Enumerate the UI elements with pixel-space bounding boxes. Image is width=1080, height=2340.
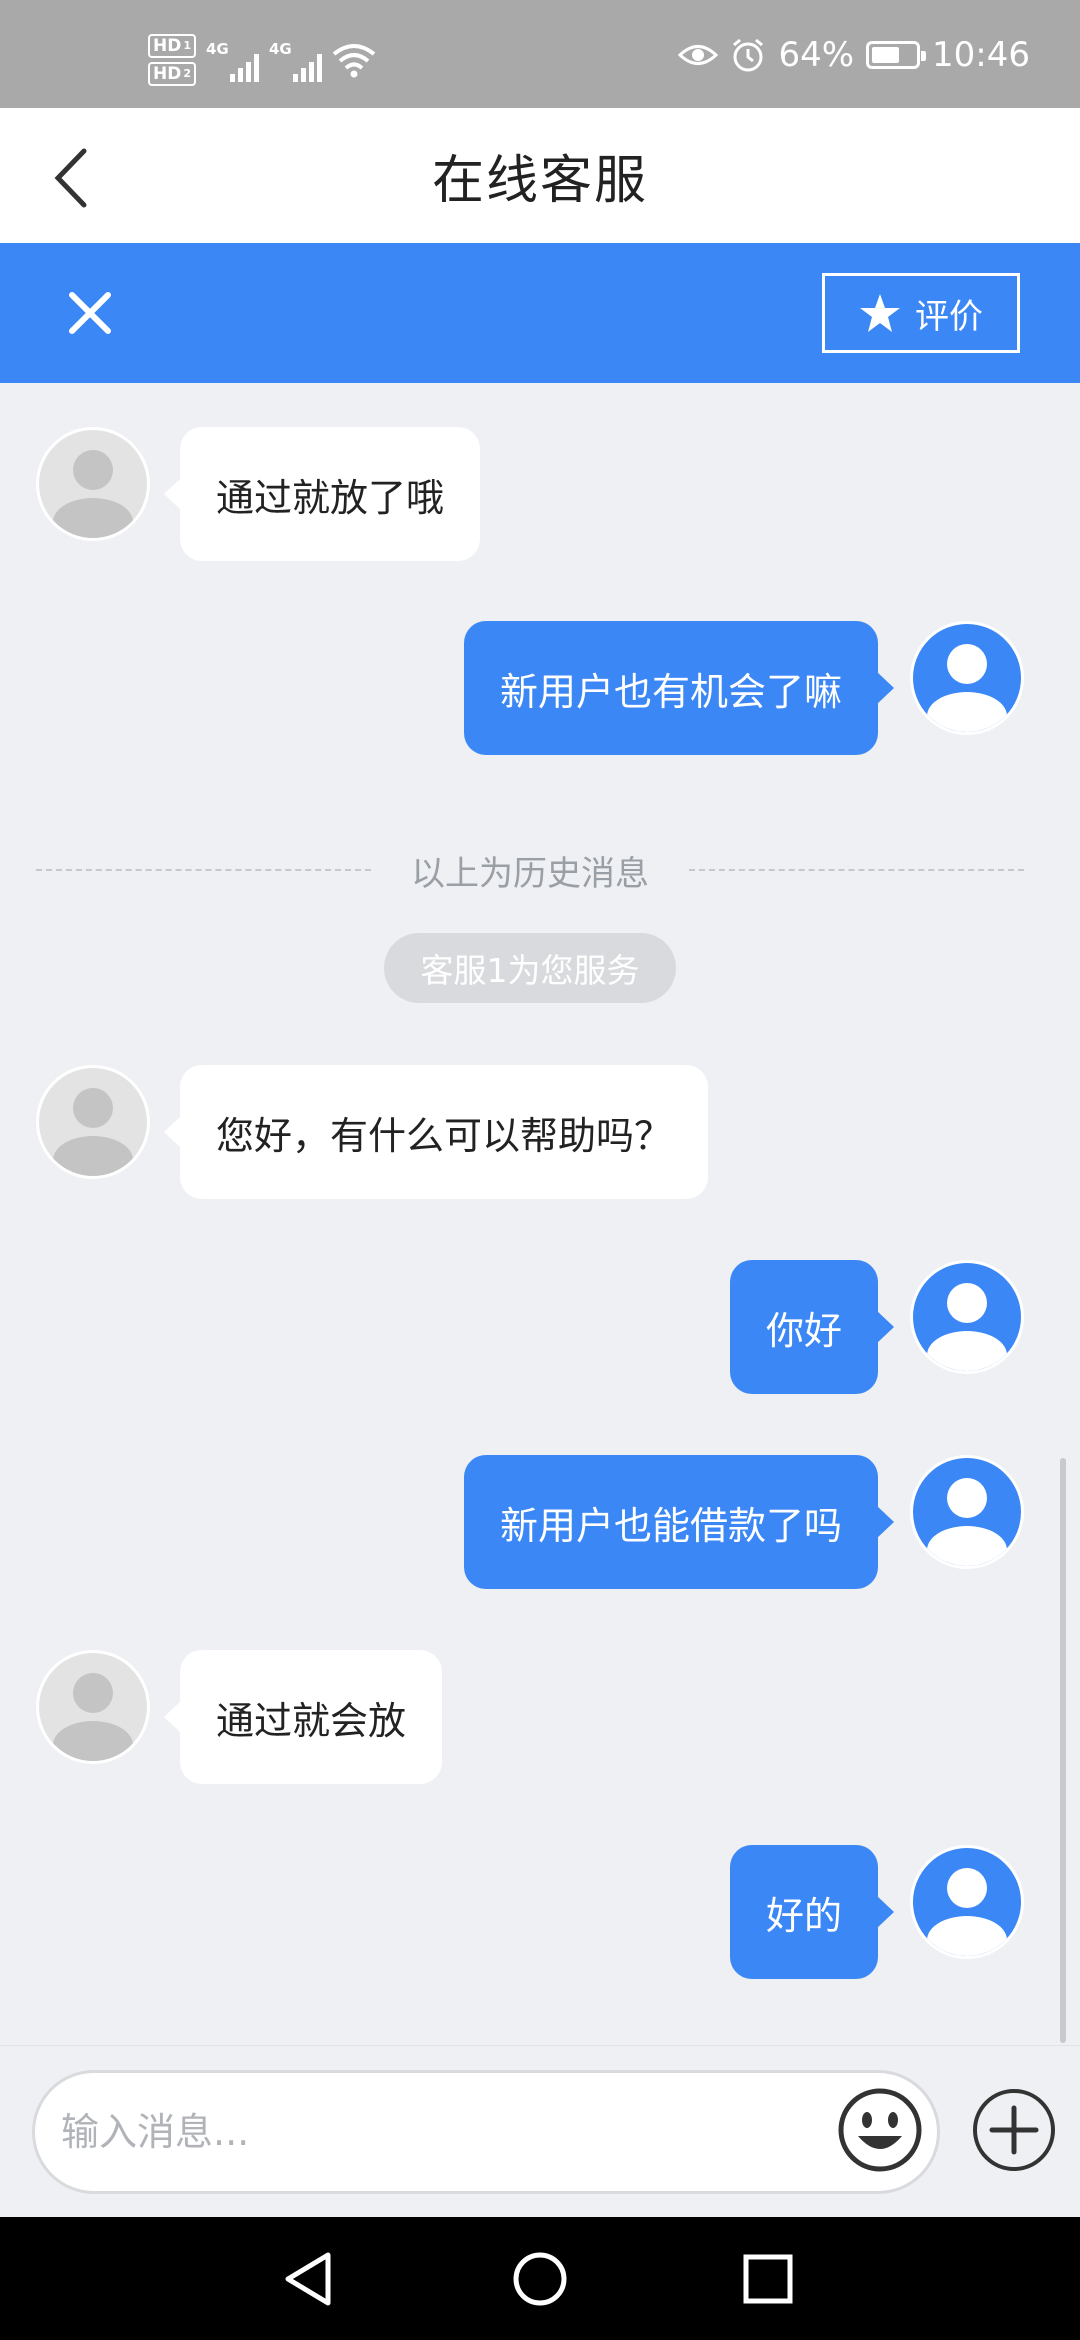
person-icon bbox=[927, 1868, 1007, 1956]
history-divider-text: 以上为历史消息 bbox=[411, 853, 649, 894]
nav-recents-button[interactable] bbox=[728, 2239, 808, 2319]
user-avatar bbox=[910, 1455, 1024, 1569]
battery-fill bbox=[872, 47, 899, 63]
plus-circle-icon bbox=[973, 2089, 1055, 2171]
system-nav-bar bbox=[0, 2217, 1080, 2340]
page-title: 在线客服 bbox=[431, 151, 648, 211]
user-avatar bbox=[910, 1260, 1024, 1374]
agent-message-bubble: 通过就会放 bbox=[163, 1650, 443, 1784]
message-input[interactable] bbox=[32, 2070, 940, 2194]
recents-square-icon bbox=[743, 2254, 793, 2304]
hd-sub-1: 1 bbox=[183, 39, 191, 52]
back-triangle-icon bbox=[285, 2252, 331, 2306]
hd-label-1: HD bbox=[153, 36, 182, 56]
person-icon bbox=[53, 450, 133, 538]
hd-badge-2: HD 2 bbox=[148, 62, 196, 86]
wifi-icon bbox=[332, 44, 376, 78]
plus-button[interactable] bbox=[970, 2086, 1058, 2174]
chat-scrollbar[interactable] bbox=[1060, 1458, 1066, 2043]
user-message-bubble: 新用户也能借款了吗 bbox=[463, 1455, 895, 1589]
hd-label-2: HD bbox=[153, 64, 182, 84]
person-icon bbox=[53, 1088, 133, 1176]
nav-home-button[interactable] bbox=[500, 2239, 580, 2319]
status-bar-left: HD 1 HD 2 4G 4G bbox=[148, 30, 376, 90]
battery-percent: 64% bbox=[778, 35, 855, 75]
user-avatar bbox=[910, 1845, 1024, 1959]
divider-line bbox=[36, 869, 371, 871]
agent-avatar bbox=[36, 1650, 150, 1764]
signal-icon: 4G bbox=[206, 38, 259, 82]
user-message-bubble: 新用户也有机会了嘛 bbox=[463, 621, 895, 755]
service-notice: 客服1为您服务 bbox=[384, 933, 676, 1003]
home-circle-icon bbox=[513, 2252, 567, 2306]
close-icon bbox=[69, 292, 111, 334]
sim1-network-label: 4G bbox=[206, 40, 229, 58]
agent-message-bubble: 您好，有什么可以帮助吗？ bbox=[163, 1065, 709, 1199]
rate-button[interactable]: 评价 bbox=[822, 273, 1020, 353]
status-bar: HD 1 HD 2 4G 4G 64% 10:46 bbox=[0, 0, 1080, 108]
nav-back-button[interactable] bbox=[268, 2239, 348, 2319]
back-button[interactable] bbox=[30, 138, 110, 218]
rate-label: 评价 bbox=[915, 296, 983, 337]
star-icon bbox=[860, 294, 900, 332]
person-icon bbox=[927, 644, 1007, 732]
history-divider: 以上为历史消息 bbox=[36, 845, 1024, 895]
chevron-left-icon bbox=[54, 148, 87, 208]
emoji-icon bbox=[838, 2088, 922, 2172]
chat-toolbar: 评价 bbox=[0, 243, 1080, 383]
message-input-bar bbox=[0, 2045, 1080, 2217]
divider-line bbox=[689, 869, 1024, 871]
hd-badge-1: HD 1 bbox=[148, 34, 196, 58]
agent-avatar bbox=[36, 427, 150, 541]
user-avatar bbox=[910, 621, 1024, 735]
signal-icon: 4G bbox=[269, 38, 322, 82]
hd-sub-2: 2 bbox=[183, 67, 191, 80]
hd-indicators: HD 1 HD 2 bbox=[148, 34, 196, 86]
alarm-icon bbox=[733, 38, 764, 72]
person-icon bbox=[927, 1283, 1007, 1371]
person-icon bbox=[53, 1673, 133, 1761]
agent-avatar bbox=[36, 1065, 150, 1179]
title-bar: 在线客服 bbox=[0, 108, 1080, 243]
status-bar-right: 64% 10:46 bbox=[678, 30, 1030, 80]
user-message-bubble: 你好 bbox=[729, 1260, 895, 1394]
close-button[interactable] bbox=[50, 273, 130, 353]
sim2-network-label: 4G bbox=[269, 40, 292, 58]
agent-message-bubble: 通过就放了哦 bbox=[163, 427, 481, 561]
status-time: 10:46 bbox=[932, 35, 1030, 75]
chat-screen: HD 1 HD 2 4G 4G 64% 10:46 在线客服 评价 通过就放了哦… bbox=[0, 0, 1080, 2340]
battery-icon bbox=[866, 41, 927, 69]
person-icon bbox=[927, 1478, 1007, 1566]
eye-icon bbox=[678, 45, 719, 65]
chat-messages[interactable]: 通过就放了哦 新用户也有机会了嘛 以上为历史消息 客服1为您服务 您好，有什么可… bbox=[0, 383, 1080, 2045]
emoji-button[interactable] bbox=[836, 2086, 924, 2174]
user-message-bubble: 好的 bbox=[729, 1845, 895, 1979]
